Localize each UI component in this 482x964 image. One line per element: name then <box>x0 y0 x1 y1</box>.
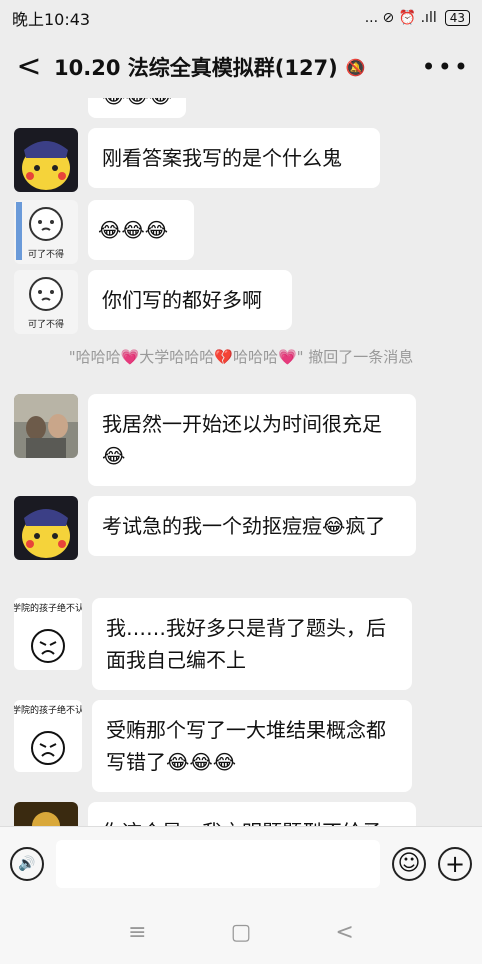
message-bubble[interactable]: 考试急的我一个劲抠痘痘😂疯了 <box>88 496 416 556</box>
message-bubble[interactable]: 刚看答案我写的是个什么鬼 <box>88 128 380 188</box>
avatar[interactable] <box>14 394 78 458</box>
message-bubble[interactable]: 受贿那个写了一大堆结果概念都写错了😂😂😂 <box>92 700 412 792</box>
avatar[interactable]: 可了不得 <box>14 200 78 264</box>
avatar[interactable]: 可了不得 <box>14 270 78 334</box>
sticker-face-avatar-icon: 可了不得 <box>14 270 78 334</box>
sticker-caption: 法学院的孩子绝不认输 <box>14 602 82 614</box>
pikachu-avatar-icon <box>14 496 78 560</box>
avatar[interactable] <box>14 802 78 826</box>
photo-avatar-icon <box>14 394 78 458</box>
mute-icon: 🔕 <box>345 57 366 77</box>
pikachu-avatar-icon <box>14 128 78 192</box>
chat-header: < 10.20 法综全真模拟群(127) 🔕 ••• <box>0 36 482 98</box>
message-row: 考试急的我一个劲抠痘痘😂疯了 <box>14 496 416 560</box>
more-button[interactable]: ••• <box>422 53 470 81</box>
message-row: 刚看答案我写的是个什么鬼 <box>14 128 380 192</box>
crying-meme-avatar-icon: 法学院的孩子绝不认输 <box>14 598 82 670</box>
back-button[interactable]: < <box>12 52 46 82</box>
message-bubble[interactable]: 😂😂😂 <box>88 98 187 118</box>
sticker-caption: 法学院的孩子绝不认输 <box>14 704 82 716</box>
avatar[interactable] <box>14 496 78 560</box>
message-bubble[interactable]: 😂😂😂 <box>88 200 194 260</box>
message-bubble[interactable]: 我居然一开始还以为时间很充足😂 <box>88 394 416 486</box>
system-notice: "哈哈哈💗大学哈哈哈💔哈哈哈💗" 撤回了一条消息 <box>68 348 414 366</box>
avatar[interactable] <box>14 128 78 192</box>
sticker-caption: 可了不得 <box>28 318 64 330</box>
status-bar: 晚上10:43 ... ⊘ ⏰ .ıll 43 <box>0 0 482 36</box>
gold-avatar-icon <box>14 802 78 826</box>
home-nav-button[interactable]: ▢ <box>231 920 252 945</box>
status-icon-group: ... ⊘ ⏰ .ıll <box>364 10 437 26</box>
message-row: 可了不得 😂😂😂 <box>14 200 194 264</box>
message-bubble[interactable]: 我……我好多只是背了题头，后面我自己编不上 <box>92 598 412 690</box>
battery-icon: 43 <box>444 10 470 26</box>
avatar[interactable]: 法学院的孩子绝不认输 <box>14 700 82 772</box>
menu-nav-button[interactable]: ≡ <box>128 920 146 945</box>
crying-meme-avatar-icon: 法学院的孩子绝不认输 <box>14 700 82 772</box>
sticker-face-avatar-icon: 可了不得 <box>14 200 78 264</box>
message-row: 法学院的孩子绝不认输 受贿那个写了一大堆结果概念都写错了😂😂😂 <box>14 700 412 792</box>
plus-button[interactable]: + <box>438 846 472 881</box>
message-bubble[interactable]: 你们写的都好多啊 <box>88 270 292 330</box>
back-nav-button[interactable]: < <box>335 920 353 945</box>
message-row: 我居然一开始还以为时间很充足😂 <box>14 394 416 486</box>
avatar[interactable]: 法学院的孩子绝不认输 <box>14 598 82 670</box>
chat-area[interactable]: 😂😂😂 刚看答案我写的是个什么鬼 可了不得 � <box>0 98 482 826</box>
system-nav-bar: ≡ ▢ < <box>0 900 482 964</box>
status-icons: ... ⊘ ⏰ .ıll 43 <box>365 10 470 26</box>
input-bar: 🔊 ☺ + <box>0 826 482 900</box>
chat-title: 10.20 法综全真模拟群(127) <box>54 56 338 80</box>
message-bubble[interactable]: 你这个是…我之明题题型不给予 <box>88 802 416 826</box>
message-row: 法学院的孩子绝不认输 我……我好多只是背了题头，后面我自己编不上 <box>14 598 412 690</box>
voice-button[interactable]: 🔊 <box>10 846 44 881</box>
sticker-caption: 可了不得 <box>28 248 64 260</box>
message-input[interactable] <box>56 839 380 888</box>
emoji-button[interactable]: ☺ <box>392 846 426 881</box>
message-row: 可了不得 你们写的都好多啊 <box>14 270 292 334</box>
status-time: 晚上10:43 <box>12 10 91 29</box>
message-row: 你这个是…我之明题题型不给予 <box>14 802 416 826</box>
